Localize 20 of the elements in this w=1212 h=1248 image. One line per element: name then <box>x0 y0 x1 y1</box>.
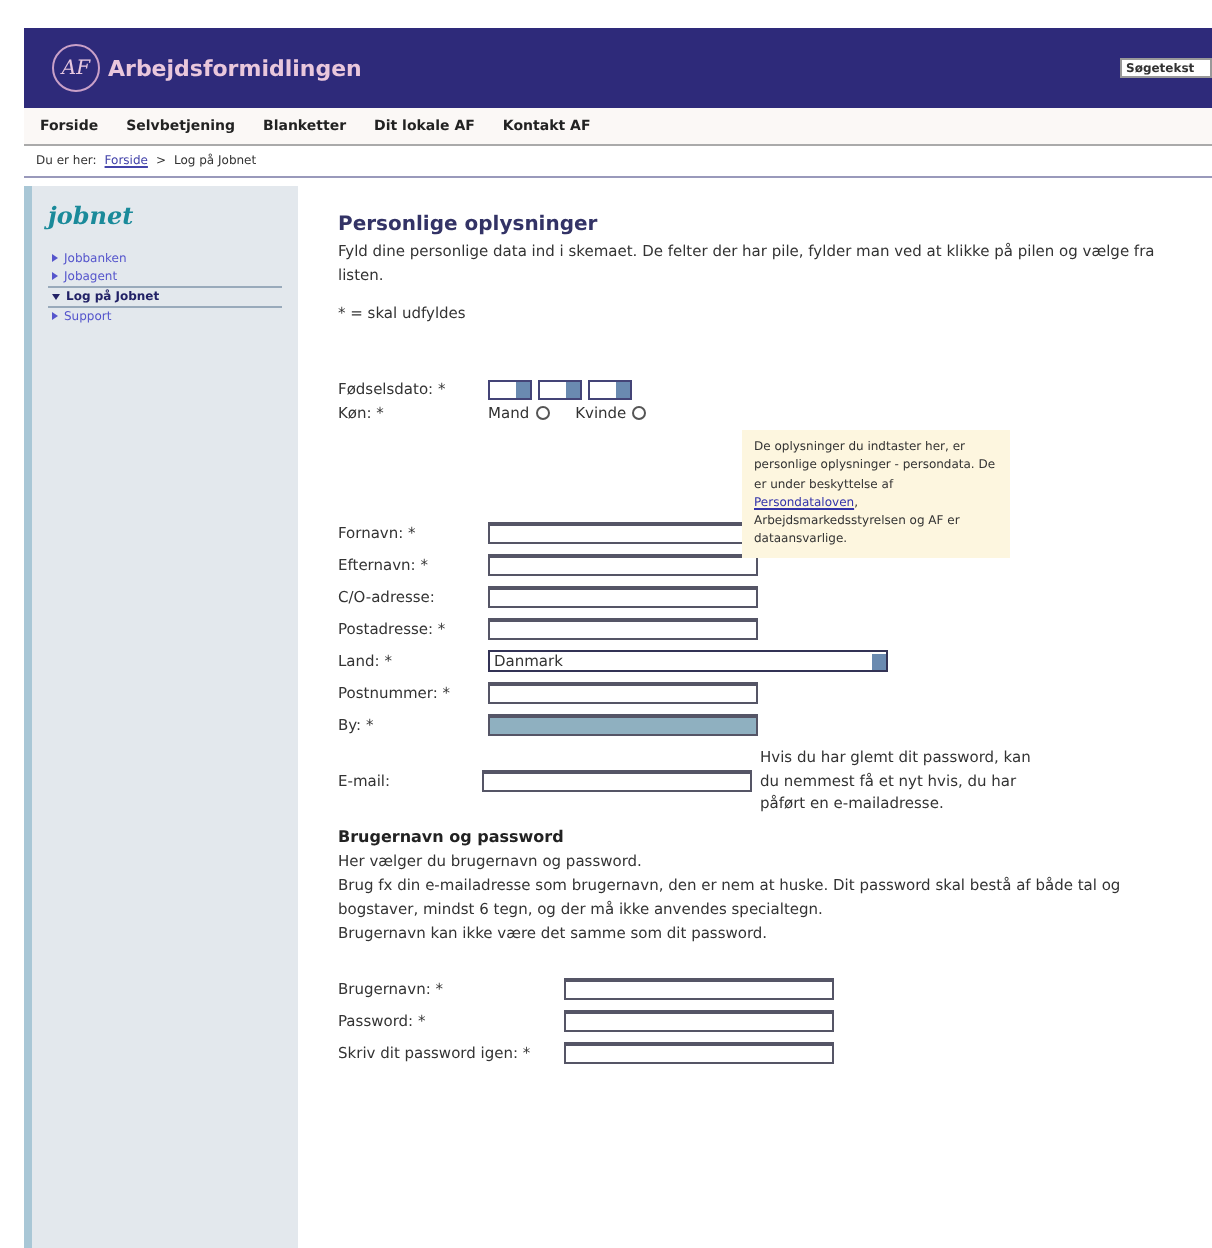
site-title: Arbejdsformidlingen <box>108 55 362 81</box>
sidebar-title: jobnet <box>48 202 136 230</box>
text-field[interactable] <box>488 714 758 737</box>
caret-icon <box>872 653 886 670</box>
section-heading: Brugernavn og password <box>338 827 566 846</box>
text-field[interactable] <box>564 1010 834 1033</box>
text-field[interactable] <box>564 978 834 1001</box>
text-field[interactable] <box>488 682 758 705</box>
date-dropdown[interactable] <box>538 379 582 400</box>
text-field[interactable] <box>488 618 758 641</box>
text-field[interactable] <box>482 769 752 792</box>
text-field[interactable] <box>564 1042 834 1065</box>
text-field[interactable] <box>488 554 758 577</box>
date-dropdown[interactable] <box>488 379 532 400</box>
text-field[interactable] <box>488 586 758 609</box>
logo: AF <box>52 44 100 92</box>
radio-button[interactable] <box>535 406 550 421</box>
date-dropdown[interactable] <box>588 379 632 400</box>
radio-button[interactable] <box>632 406 647 421</box>
page-heading: Personlige oplysninger <box>338 214 600 236</box>
